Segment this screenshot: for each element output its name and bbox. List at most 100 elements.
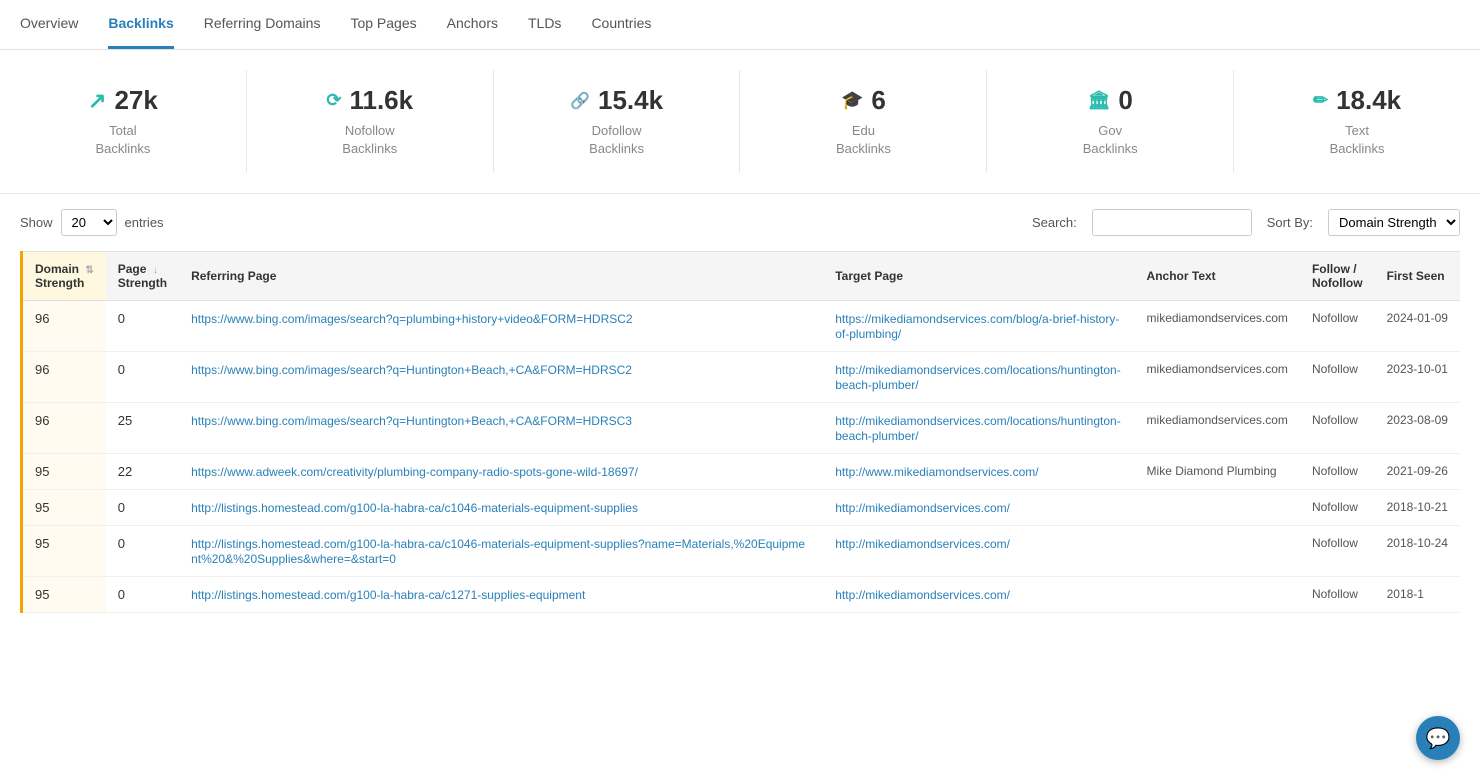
cell-anchor-text xyxy=(1135,526,1300,577)
tab-backlinks[interactable]: Backlinks xyxy=(108,0,173,49)
text-backlinks-label: TextBacklinks xyxy=(1330,122,1385,158)
text-icon: ✏ xyxy=(1313,90,1328,111)
cell-page-strength: 0 xyxy=(106,577,179,613)
cell-page-strength: 0 xyxy=(106,490,179,526)
tab-tlds[interactable]: TLDs xyxy=(528,0,561,49)
backlinks-icon: ↗ xyxy=(88,88,106,114)
cell-follow-nofollow: Nofollow xyxy=(1300,577,1375,613)
tab-referring-domains[interactable]: Referring Domains xyxy=(204,0,321,49)
cell-page-strength: 25 xyxy=(106,403,179,454)
chat-button[interactable]: 💬 xyxy=(1416,716,1460,760)
target-page-link[interactable]: https://mikediamondservices.com/blog/a-b… xyxy=(835,312,1119,341)
referring-page-link[interactable]: https://www.bing.com/images/search?q=Hun… xyxy=(191,414,632,428)
table-row: 9625https://www.bing.com/images/search?q… xyxy=(22,403,1461,454)
backlinks-table-wrapper: Domain ⇅Strength Page ↓Strength Referrin… xyxy=(0,251,1480,613)
cell-page-strength: 0 xyxy=(106,526,179,577)
table-body: 960https://www.bing.com/images/search?q=… xyxy=(22,301,1461,613)
tab-top-pages[interactable]: Top Pages xyxy=(350,0,416,49)
col-header-referring-page: Referring Page xyxy=(179,252,823,301)
stats-row: ↗ 27k TotalBacklinks ⟳ 11.6k NofollowBac… xyxy=(0,50,1480,194)
chat-icon: 💬 xyxy=(1426,726,1451,751)
gov-icon: 🏛 xyxy=(1088,90,1111,111)
cell-page-strength: 0 xyxy=(106,352,179,403)
stat-edu-backlinks: 🎓 6 EduBacklinks xyxy=(740,70,987,173)
col-header-first-seen: First Seen xyxy=(1375,252,1460,301)
referring-page-link[interactable]: https://www.bing.com/images/search?q=Hun… xyxy=(191,363,632,377)
referring-page-link[interactable]: https://www.adweek.com/creativity/plumbi… xyxy=(191,465,638,479)
controls-left: Show 20 50 100 entries xyxy=(20,209,164,236)
col-header-target-page: Target Page xyxy=(823,252,1134,301)
cell-follow-nofollow: Nofollow xyxy=(1300,526,1375,577)
referring-page-link[interactable]: http://listings.homestead.com/g100-la-ha… xyxy=(191,501,638,515)
referring-page-link[interactable]: http://listings.homestead.com/g100-la-ha… xyxy=(191,588,585,602)
sort-icon-ds: ⇅ xyxy=(85,265,93,276)
cell-target-page: https://mikediamondservices.com/blog/a-b… xyxy=(823,301,1134,352)
dofollow-icon: 🔗 xyxy=(570,91,590,111)
cell-target-page: http://mikediamondservices.com/locations… xyxy=(823,403,1134,454)
target-page-link[interactable]: http://mikediamondservices.com/ xyxy=(835,501,1010,515)
cell-page-strength: 0 xyxy=(106,301,179,352)
target-page-link[interactable]: http://www.mikediamondservices.com/ xyxy=(835,465,1038,479)
table-row: 950 http://listings.homestead.com/g100-la… xyxy=(22,526,1461,577)
target-page-link[interactable]: http://mikediamondservices.com/locations… xyxy=(835,414,1120,443)
sortby-select[interactable]: Domain Strength Page Strength First Seen… xyxy=(1328,209,1460,236)
cell-domain-strength: 95 xyxy=(22,526,106,577)
cell-first-seen: 2018-10-21 xyxy=(1375,490,1460,526)
table-row: 950 http://listings.homestead.com/g100-la… xyxy=(22,490,1461,526)
stat-gov-backlinks: 🏛 0 GovBacklinks xyxy=(987,70,1234,173)
cell-referring-page: http://listings.homestead.com/g100-la-ha… xyxy=(179,490,823,526)
cell-referring-page: https://www.bing.com/images/search?q=plu… xyxy=(179,301,823,352)
cell-target-page: http://mikediamondservices.com/ xyxy=(823,526,1134,577)
cell-anchor-text: mikediamondservices.com xyxy=(1135,403,1300,454)
referring-page-link[interactable]: https://www.bing.com/images/search?q=plu… xyxy=(191,312,633,326)
stat-text-backlinks: ✏ 18.4k TextBacklinks xyxy=(1234,70,1480,173)
col-header-domain-strength[interactable]: Domain ⇅Strength xyxy=(22,252,106,301)
sort-icon-ps: ↓ xyxy=(153,265,158,276)
backlinks-table: Domain ⇅Strength Page ↓Strength Referrin… xyxy=(20,251,1460,613)
tab-bar: Overview Backlinks Referring Domains Top… xyxy=(0,0,1480,50)
cell-target-page: http://mikediamondservices.com/locations… xyxy=(823,352,1134,403)
target-page-link[interactable]: http://mikediamondservices.com/ xyxy=(835,588,1010,602)
cell-domain-strength: 96 xyxy=(22,301,106,352)
stat-total-backlinks: ↗ 27k TotalBacklinks xyxy=(0,70,247,173)
cell-domain-strength: 95 xyxy=(22,577,106,613)
cell-domain-strength: 96 xyxy=(22,352,106,403)
cell-anchor-text: Mike Diamond Plumbing xyxy=(1135,454,1300,490)
sortby-label: Sort By: xyxy=(1267,215,1313,230)
cell-target-page: http://mikediamondservices.com/ xyxy=(823,577,1134,613)
table-row: 950 http://listings.homestead.com/g100-la… xyxy=(22,577,1461,613)
stat-dofollow-backlinks: 🔗 15.4k DofollowBacklinks xyxy=(494,70,741,173)
entries-select[interactable]: 20 50 100 xyxy=(61,209,117,236)
col-header-follow-nofollow: Follow /Nofollow xyxy=(1300,252,1375,301)
edu-icon: 🎓 xyxy=(841,90,863,111)
gov-backlinks-label: GovBacklinks xyxy=(1083,122,1138,158)
tab-overview[interactable]: Overview xyxy=(20,0,78,49)
tab-countries[interactable]: Countries xyxy=(591,0,651,49)
cell-referring-page: https://www.adweek.com/creativity/plumbi… xyxy=(179,454,823,490)
cell-referring-page: http://listings.homestead.com/g100-la-ha… xyxy=(179,526,823,577)
dofollow-backlinks-label: DofollowBacklinks xyxy=(589,122,644,158)
cell-first-seen: 2018-1 xyxy=(1375,577,1460,613)
cell-anchor-text xyxy=(1135,577,1300,613)
search-label: Search: xyxy=(1032,215,1077,230)
target-page-link[interactable]: http://mikediamondservices.com/ xyxy=(835,537,1010,551)
cell-first-seen: 2018-10-24 xyxy=(1375,526,1460,577)
table-row: 9522https://www.adweek.com/creativity/pl… xyxy=(22,454,1461,490)
controls-row: Show 20 50 100 entries Search: Sort By: … xyxy=(0,194,1480,251)
stat-nofollow-backlinks: ⟳ 11.6k NofollowBacklinks xyxy=(247,70,494,173)
search-input[interactable] xyxy=(1092,209,1252,236)
table-header-row: Domain ⇅Strength Page ↓Strength Referrin… xyxy=(22,252,1461,301)
col-header-page-strength[interactable]: Page ↓Strength xyxy=(106,252,179,301)
cell-follow-nofollow: Nofollow xyxy=(1300,352,1375,403)
cell-first-seen: 2021-09-26 xyxy=(1375,454,1460,490)
cell-first-seen: 2023-08-09 xyxy=(1375,403,1460,454)
cell-domain-strength: 95 xyxy=(22,454,106,490)
referring-page-link[interactable]: http://listings.homestead.com/g100-la-ha… xyxy=(191,537,805,566)
nofollow-backlinks-value: 11.6k xyxy=(349,85,413,116)
col-header-anchor-text: Anchor Text xyxy=(1135,252,1300,301)
controls-right: Search: Sort By: Domain Strength Page St… xyxy=(1032,209,1460,236)
cell-domain-strength: 95 xyxy=(22,490,106,526)
tab-anchors[interactable]: Anchors xyxy=(447,0,498,49)
cell-referring-page: http://listings.homestead.com/g100-la-ha… xyxy=(179,577,823,613)
target-page-link[interactable]: http://mikediamondservices.com/locations… xyxy=(835,363,1120,392)
